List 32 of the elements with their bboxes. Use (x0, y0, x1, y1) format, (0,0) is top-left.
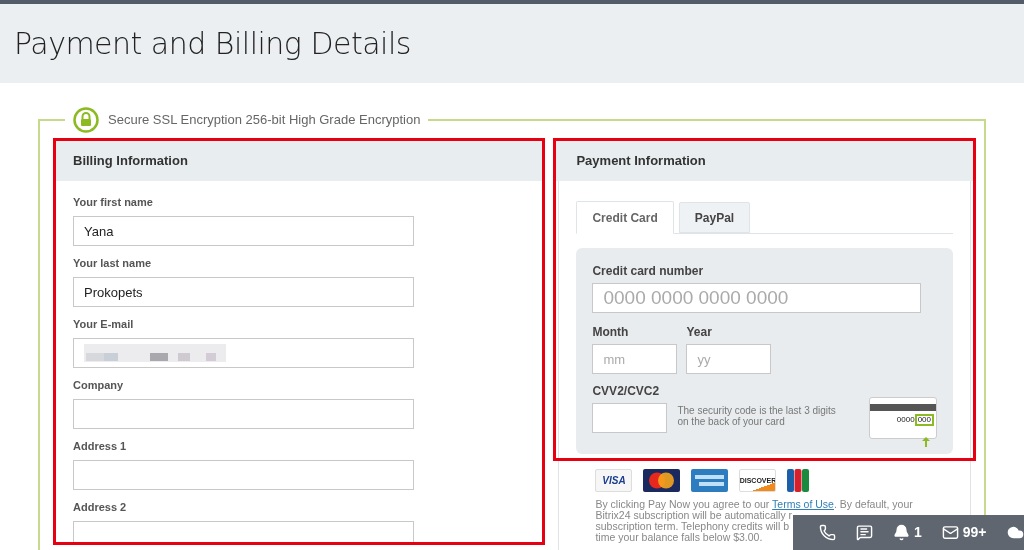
security-code-digits: 000 (914, 414, 934, 426)
terms-link[interactable]: Terms of Use (772, 498, 834, 510)
field-label: Your last name (73, 256, 153, 270)
tab[interactable]: Credit Card (576, 201, 674, 234)
terms-text: time your balance falls below $3.00. (595, 532, 763, 543)
field-label: Address 2 (73, 500, 128, 514)
field-label: Address 1 (73, 439, 128, 453)
mail-button[interactable]: 99+ (941, 522, 987, 543)
text-field[interactable]: Yana (73, 216, 414, 246)
year-field[interactable]: yy (686, 344, 772, 374)
panel-title: Billing Information (73, 152, 188, 171)
page-title: Payment and Billing Details (14, 25, 411, 63)
field-label: Your first name (73, 195, 154, 209)
visa-card-logo: VISA (595, 469, 633, 492)
card-number-digits: 0000 (896, 416, 915, 424)
cvv-hint: The security code is the last 3 digits on the back of your card (677, 405, 837, 427)
notifications-button[interactable]: 1 (893, 522, 922, 543)
text-field[interactable]: Prokopets (73, 277, 414, 307)
terms-text: By clicking Pay Now you agree to our Terms of Use. By default, your (595, 499, 913, 510)
field-label: Year (686, 324, 713, 341)
month-field[interactable]: mm (592, 344, 678, 374)
panel-title: Payment Information (576, 152, 706, 171)
card-number-field[interactable]: 0000 0000 0000 0000 (592, 283, 922, 313)
terms-text: Bitrix24 subscription will be automatically r (595, 510, 793, 521)
terms-text: subscription term. Telephony credits will b (595, 521, 789, 532)
tab[interactable]: PayPal (678, 202, 751, 233)
field-label: Credit card number (592, 263, 705, 280)
secure-notice: Secure SSL Encryption 256-bit High Grade Encryption (108, 111, 421, 130)
field-label: Company (73, 378, 125, 392)
field-label: Your E-mail (73, 317, 135, 331)
field-label: Month (592, 324, 630, 341)
field-label: CVV2/CVC2 (592, 383, 661, 400)
